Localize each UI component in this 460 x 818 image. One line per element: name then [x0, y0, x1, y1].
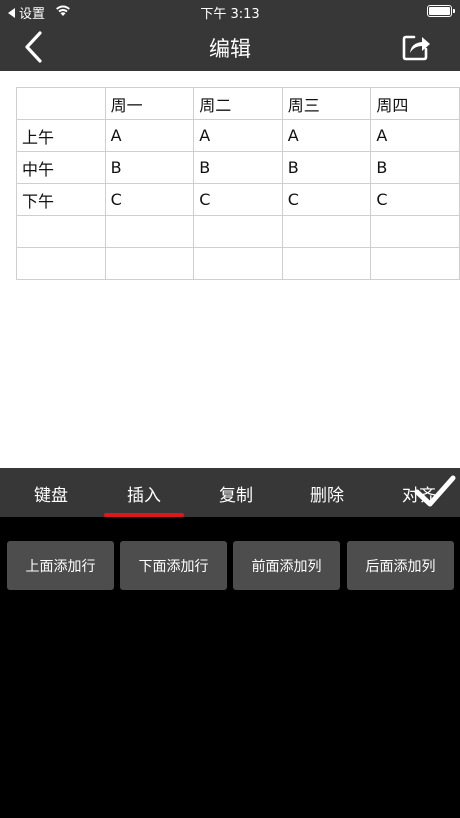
table-editor: 周一 周二 周三 周四 上午 A A A A 中午 B B B B 下午 C C…	[0, 71, 460, 468]
table-cell[interactable]	[281, 215, 372, 248]
table-cell[interactable]	[16, 215, 106, 248]
tab-insert[interactable]: 插入	[127, 481, 161, 506]
table-cell[interactable]: C	[104, 183, 195, 216]
table-cell[interactable]	[104, 247, 195, 280]
table-cell[interactable]: A	[281, 119, 372, 152]
insert-panel: 上面添加行 下面添加行 前面添加列 后面添加列	[0, 517, 460, 818]
table-cell[interactable]: B	[370, 151, 460, 184]
insert-column-after-button[interactable]: 后面添加列	[347, 541, 454, 590]
table-cell[interactable]: A	[104, 119, 195, 152]
top-bar: 设置 下午 3:13 编辑	[0, 0, 460, 71]
table-cell[interactable]: 上午	[16, 119, 106, 152]
table-cell[interactable]: 周二	[193, 87, 283, 120]
tab-copy[interactable]: 复制	[219, 481, 253, 506]
share-icon[interactable]	[400, 31, 432, 63]
table-cell[interactable]: A	[370, 119, 460, 152]
table-row: 中午 B B B B	[16, 151, 460, 184]
table-cell[interactable]	[16, 247, 106, 280]
table-cell[interactable]: B	[281, 151, 372, 184]
table-cell[interactable]: 周四	[370, 87, 460, 120]
table-row: 上午 A A A A	[16, 119, 460, 152]
table-row: 周一 周二 周三 周四	[16, 87, 460, 120]
edit-toolbar: 键盘 插入 复制 删除 对齐	[0, 468, 460, 517]
table-cell[interactable]: A	[193, 119, 283, 152]
table-cell[interactable]: C	[193, 183, 283, 216]
schedule-table: 周一 周二 周三 周四 上午 A A A A 中午 B B B B 下午 C C…	[16, 87, 460, 280]
table-cell[interactable]	[370, 247, 460, 280]
table-row	[16, 215, 460, 248]
table-cell[interactable]: C	[370, 183, 460, 216]
status-bar: 设置 下午 3:13	[0, 0, 460, 22]
page-title: 编辑	[209, 37, 251, 61]
table-cell[interactable]: C	[281, 183, 372, 216]
tab-delete[interactable]: 删除	[310, 481, 344, 506]
table-cell[interactable]: B	[193, 151, 283, 184]
table-cell[interactable]	[104, 215, 195, 248]
table-cell[interactable]: 下午	[16, 183, 106, 216]
checkmark-icon[interactable]	[412, 472, 458, 512]
table-cell[interactable]	[370, 215, 460, 248]
table-row	[16, 247, 460, 280]
table-cell[interactable]	[193, 247, 283, 280]
table-row: 下午 C C C C	[16, 183, 460, 216]
battery-icon	[427, 5, 455, 17]
table-cell[interactable]: 中午	[16, 151, 106, 184]
table-cell[interactable]: 周三	[281, 87, 372, 120]
table-cell[interactable]: B	[104, 151, 195, 184]
insert-row-below-button[interactable]: 下面添加行	[120, 541, 227, 590]
table-cell[interactable]: 周一	[104, 87, 195, 120]
status-time: 下午 3:13	[200, 7, 260, 22]
table-cell[interactable]	[281, 247, 372, 280]
table-cell[interactable]	[193, 215, 283, 248]
table-cell[interactable]	[16, 87, 106, 120]
insert-row-above-button[interactable]: 上面添加行	[7, 541, 114, 590]
tab-keyboard[interactable]: 键盘	[34, 481, 68, 506]
insert-column-before-button[interactable]: 前面添加列	[233, 541, 340, 590]
